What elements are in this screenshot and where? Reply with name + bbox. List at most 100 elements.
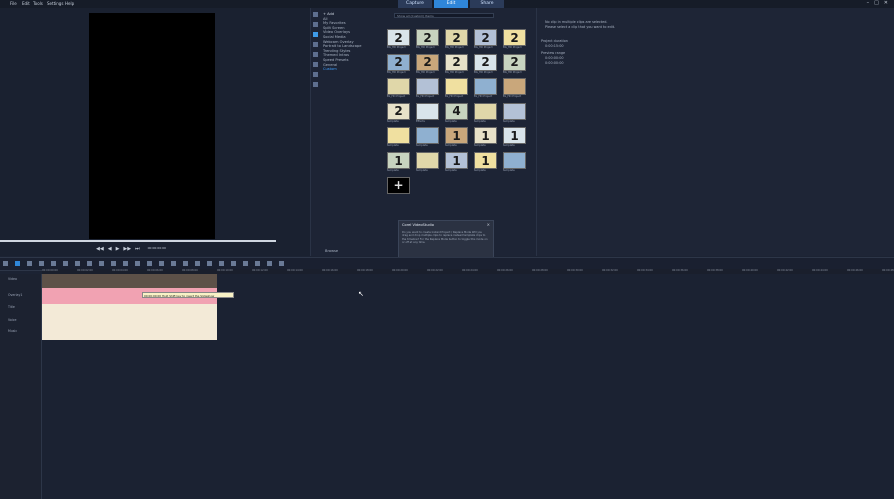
template-thumbnail[interactable]: template xyxy=(474,102,497,125)
timeline-tool-icon[interactable] xyxy=(231,261,236,266)
maximize-icon[interactable]: □ xyxy=(874,0,879,6)
template-thumbnail[interactable]: 2 BG_HD Project xyxy=(445,53,468,76)
ruler-tick-label: 00:00:20:00 xyxy=(392,269,408,272)
transport-controls: ◀◀ ◀ ▶ ▶▶ ⏭ 00:00:00:00 xyxy=(96,246,166,252)
timeline-tool-icon[interactable] xyxy=(195,261,200,266)
timeline-tool-icon[interactable] xyxy=(159,261,164,266)
template-thumbnail[interactable]: 2 BG_HD Project xyxy=(503,29,526,51)
range-end-value[interactable]: 0:00:00:00 xyxy=(545,61,564,65)
template-thumbnail[interactable]: template xyxy=(416,127,439,149)
timeline-tool-icon[interactable] xyxy=(147,261,152,266)
template-thumbnail[interactable]: + xyxy=(387,176,410,199)
template-thumbnail[interactable]: BL_HD Project xyxy=(474,78,497,100)
timeline-tool-icon[interactable] xyxy=(135,261,140,266)
tab-capture[interactable]: Capture xyxy=(398,0,432,8)
media-icon[interactable] xyxy=(313,12,318,17)
timeline-tool-icon[interactable] xyxy=(219,261,224,266)
template-thumbnail[interactable]: BL_HD Project xyxy=(416,78,439,100)
dialog-close-icon[interactable]: × xyxy=(487,222,490,227)
template-thumbnail[interactable]: 2 BG_HD Project xyxy=(416,53,439,76)
template-thumbnail[interactable]: 2 BG_HD Project xyxy=(387,29,410,51)
template-thumbnail[interactable]: 2 BG_HD Project xyxy=(387,53,410,76)
thumbnail-image: 1 xyxy=(387,152,410,169)
thumbnail-caption: template xyxy=(445,169,457,172)
transition-icon[interactable] xyxy=(313,42,318,47)
template-thumbnail[interactable]: 1 template xyxy=(445,127,468,149)
thumbnail-caption: BG_HD Project xyxy=(445,46,464,49)
timeline-tool-icon[interactable] xyxy=(171,261,176,266)
template-icon[interactable] xyxy=(313,32,318,37)
play-icon[interactable]: ▶ xyxy=(116,246,120,252)
filter-select[interactable]: Show all (Custom) Items xyxy=(394,13,494,18)
timeline-tool-icon[interactable] xyxy=(15,261,20,266)
tab-share[interactable]: Share xyxy=(470,0,504,8)
template-thumbnail[interactable]: 2 BG_HD Project xyxy=(474,29,497,51)
timeline-tool-icon[interactable] xyxy=(51,261,56,266)
template-thumbnail[interactable]: template xyxy=(387,127,410,149)
template-thumbnail[interactable]: template xyxy=(503,152,526,174)
prev-frame-icon[interactable]: ◀ xyxy=(108,246,112,252)
timeline-tool-icon[interactable] xyxy=(75,261,80,266)
timeline-tool-icon[interactable] xyxy=(99,261,104,266)
timeline-tool-icon[interactable] xyxy=(63,261,68,266)
timeline-tool-icon[interactable] xyxy=(279,261,284,266)
timeline-tool-icon[interactable] xyxy=(123,261,128,266)
timeline-tool-icon[interactable] xyxy=(183,261,188,266)
timeline-tool-icon[interactable] xyxy=(39,261,44,266)
timeline-tool-icon[interactable] xyxy=(87,261,92,266)
end-icon[interactable]: ⏭ xyxy=(135,246,140,252)
project-duration-value[interactable]: 0:00:15:00 xyxy=(545,44,564,48)
template-clip[interactable] xyxy=(42,304,217,340)
graphics-icon[interactable] xyxy=(313,62,318,67)
path-icon[interactable] xyxy=(313,82,318,87)
rewind-icon[interactable]: ◀◀ xyxy=(96,246,104,252)
timecode[interactable]: 00:00:00:00 xyxy=(148,246,166,252)
template-thumbnail[interactable]: 2 template xyxy=(387,102,410,125)
scrub-bar[interactable] xyxy=(0,240,276,242)
template-thumbnail[interactable]: BL_HD Project xyxy=(387,78,410,100)
next-frame-icon[interactable]: ▶▶ xyxy=(123,246,131,252)
template-thumbnail[interactable]: 1 template xyxy=(387,152,410,174)
timeline-tool-icon[interactable] xyxy=(27,261,32,266)
folder-item[interactable]: Custom xyxy=(323,67,383,72)
template-thumbnail[interactable]: BL_HD Project xyxy=(445,78,468,100)
menu-help[interactable]: Help xyxy=(65,1,74,6)
timeline-tool-icon[interactable] xyxy=(255,261,260,266)
filter-icon[interactable] xyxy=(313,72,318,77)
mode-tabs: Capture Edit Share xyxy=(398,0,504,8)
menu-file[interactable]: File xyxy=(10,1,17,6)
menu-tools[interactable]: Tools xyxy=(33,1,43,6)
title-icon[interactable] xyxy=(313,52,318,57)
timeline-tool-icon[interactable] xyxy=(267,261,272,266)
template-thumbnail[interactable]: 2 BG_HD Project xyxy=(445,29,468,51)
timeline-tool-icon[interactable] xyxy=(207,261,212,266)
template-thumbnail[interactable]: template xyxy=(416,152,439,174)
thumbnail-caption: BG_HD Project xyxy=(474,46,493,49)
timeline-tool-icon[interactable] xyxy=(243,261,248,266)
instant-project-icon[interactable] xyxy=(313,22,318,27)
template-thumbnail[interactable]: 2 BG_HD Project xyxy=(503,53,526,76)
template-thumbnail[interactable]: 4 template xyxy=(445,102,468,125)
tab-edit[interactable]: Edit xyxy=(434,0,468,8)
template-thumbnail[interactable]: 1 template xyxy=(474,127,497,149)
range-start-value[interactable]: 0:00:00:00 xyxy=(545,56,564,60)
template-thumbnail[interactable]: Effects xyxy=(416,102,439,125)
menu-settings[interactable]: Settings xyxy=(47,1,63,6)
timeline-tool-icon[interactable] xyxy=(3,261,8,266)
template-thumbnail[interactable]: 1 template xyxy=(445,152,468,174)
video-clip[interactable] xyxy=(42,274,217,288)
template-thumbnail[interactable]: 1 template xyxy=(503,127,526,149)
preview-range-label: Preview range xyxy=(541,51,566,55)
menu-edit[interactable]: Edit xyxy=(22,1,30,6)
template-thumbnail[interactable]: 2 BG_HD Project xyxy=(416,29,439,51)
template-thumbnail[interactable]: 1 template xyxy=(474,152,497,174)
browse-button[interactable]: Browse xyxy=(325,249,338,253)
close-icon[interactable]: ✕ xyxy=(884,0,888,6)
template-thumbnail[interactable]: 2 BG_HD Project xyxy=(474,53,497,76)
ruler-tick-label: 00:00:12:00 xyxy=(252,269,268,272)
template-thumbnail[interactable]: BL_HD Project xyxy=(503,78,526,100)
timeline-tool-icon[interactable] xyxy=(111,261,116,266)
minimize-icon[interactable]: – xyxy=(867,0,870,6)
thumbnail-image xyxy=(416,152,439,169)
template-thumbnail[interactable]: template xyxy=(503,102,526,125)
